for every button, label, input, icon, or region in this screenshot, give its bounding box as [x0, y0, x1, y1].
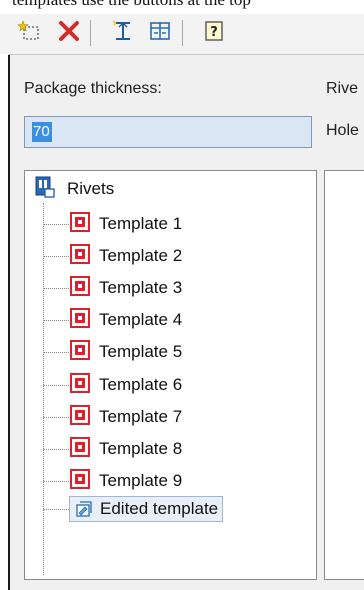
tree-item-edited-template[interactable]: Edited template — [69, 495, 224, 523]
selected-thickness-text: 70 — [33, 123, 50, 140]
edited-template-label-box: Edited template — [69, 496, 224, 522]
tree-connector — [43, 384, 69, 386]
tree-item-template[interactable]: Template 3 — [69, 274, 186, 302]
tree-item-template[interactable]: Template 2 — [69, 242, 186, 270]
tree-item-template[interactable]: Template 9 — [69, 467, 186, 495]
edit-columns-icon — [147, 18, 173, 48]
toolbar-separator — [90, 20, 91, 46]
template-icon — [69, 243, 91, 269]
delete-button[interactable] — [54, 18, 84, 48]
tree-connector — [43, 320, 69, 322]
template-label: Template 6 — [99, 374, 183, 394]
template-tree[interactable]: Rivets Edited template Template 1 Templat… — [24, 170, 317, 580]
rivets-label: Rive — [326, 80, 359, 97]
tree-connector — [43, 352, 69, 354]
rivets-folder-icon — [33, 174, 59, 204]
edit-columns-button[interactable] — [145, 18, 175, 48]
package-thickness-label: Package thickness: — [24, 80, 162, 97]
new-template-button[interactable] — [14, 18, 44, 48]
template-icon — [69, 211, 91, 237]
tree-connector — [43, 509, 69, 510]
tree-connector — [43, 480, 69, 482]
toolbar: ? — [0, 14, 364, 54]
svg-text:?: ? — [210, 25, 218, 40]
template-icon — [69, 339, 91, 365]
template-icon — [69, 372, 91, 398]
template-icon — [69, 404, 91, 430]
edit-thickness-icon — [110, 18, 136, 48]
template-label: Template 2 — [99, 246, 183, 266]
edit-thickness-button[interactable] — [108, 18, 138, 48]
edited-template-icon — [74, 499, 94, 519]
tree-root-label: Rivets — [67, 179, 115, 198]
template-icon — [69, 468, 91, 494]
tree-connector — [43, 288, 69, 290]
rivet-details-box[interactable] — [324, 170, 364, 580]
tree-item-template[interactable]: Template 5 — [69, 338, 186, 366]
template-label: Template 4 — [99, 310, 183, 330]
template-label: Template 5 — [99, 342, 183, 362]
hole-label: Hole — [326, 122, 359, 139]
panel-divider — [8, 54, 364, 55]
template-label: Template 8 — [99, 438, 183, 458]
tree-item-template[interactable]: Template 7 — [69, 403, 186, 431]
template-label: Template 7 — [99, 406, 183, 426]
tree-item-template[interactable]: Template 8 — [69, 435, 186, 463]
tree-connector — [43, 203, 44, 575]
cropped-caption: templates use the buttons at the top — [0, 0, 364, 14]
template-label: Template 9 — [99, 470, 183, 490]
tree-item-template[interactable]: Template 1 — [69, 210, 186, 238]
tree-connector — [43, 224, 69, 225]
edited-template-label: Edited template — [100, 499, 219, 518]
new-template-icon — [16, 18, 42, 48]
template-label: Template 3 — [99, 278, 183, 298]
delete-icon — [56, 18, 82, 48]
template-icon — [69, 275, 91, 301]
caption-text: templates use the buttons at the top — [12, 0, 251, 10]
tree-item-template[interactable]: Template 4 — [69, 306, 186, 334]
template-label: Template 1 — [99, 214, 183, 233]
template-icon — [69, 307, 91, 333]
tree-connector — [43, 448, 69, 450]
help-button[interactable]: ? — [199, 18, 229, 48]
toolbar-separator — [182, 20, 183, 46]
help-icon: ? — [201, 18, 227, 48]
tree-connector — [43, 416, 69, 418]
tree-root-rivets[interactable]: Rivets — [33, 175, 118, 203]
tree-item-template[interactable]: Template 6 — [69, 371, 186, 399]
tree-connector — [43, 256, 69, 258]
template-icon — [69, 436, 91, 462]
package-thickness-input[interactable] — [24, 116, 312, 148]
